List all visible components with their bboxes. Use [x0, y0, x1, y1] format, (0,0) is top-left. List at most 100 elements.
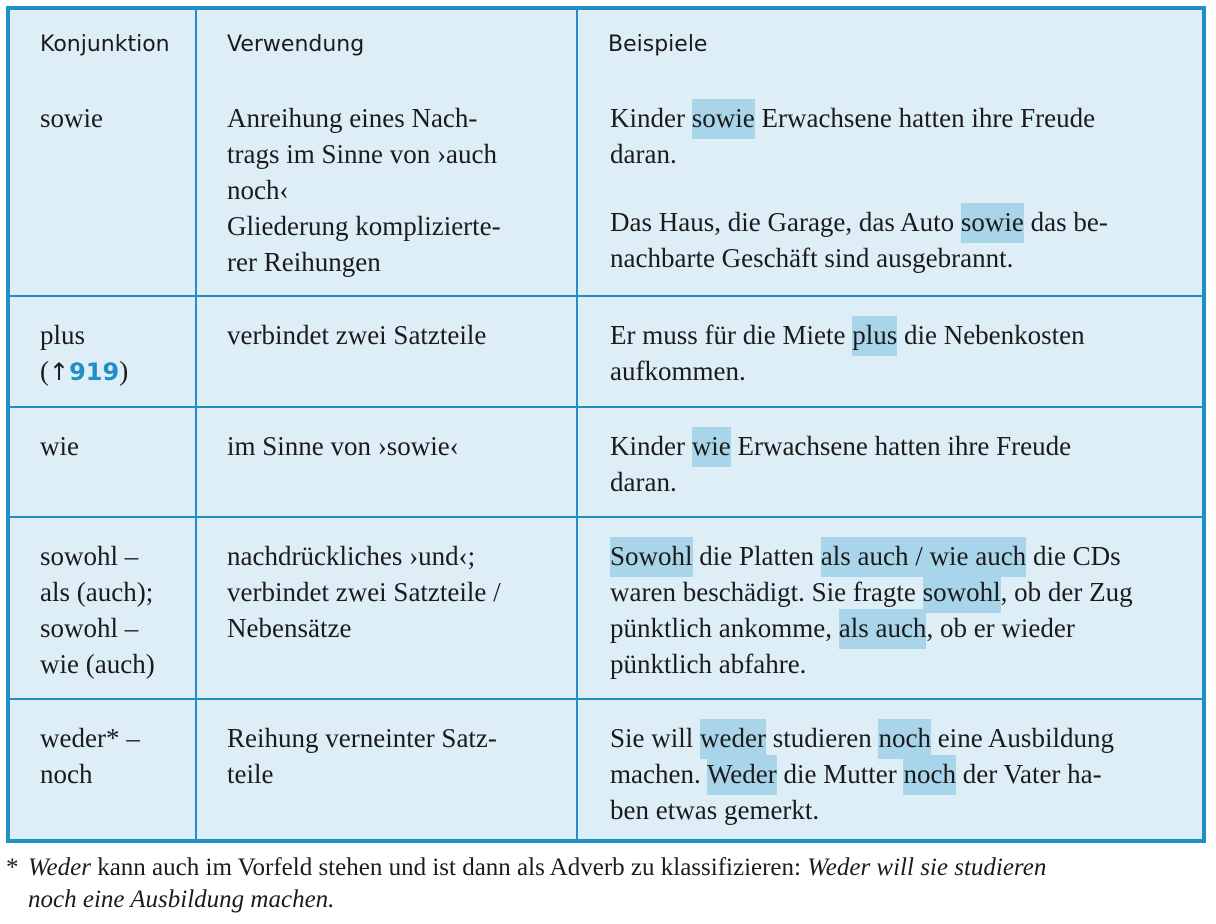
verwendung-line: nachdrückliches ›und‹;: [227, 541, 476, 571]
verwendung-line: verbindet zwei Satzteile: [227, 320, 487, 350]
example-line: Kinder sowie Erwachsene hatten ihre Freu…: [610, 99, 1192, 139]
example-text: nachbarte Geschäft sind ausgebrannt.: [610, 243, 1014, 273]
reference-number: 919: [69, 358, 120, 386]
example-text: , ob der Zug: [1000, 577, 1133, 607]
example-line: waren beschädigt. Sie fragte sowohl, ob …: [610, 573, 1192, 613]
example-line: Das Haus, die Garage, das Auto sowie das…: [610, 203, 1192, 243]
table-header-row: Konjunktion Verwendung Beispiele: [10, 10, 1202, 80]
cell-beispiele: Sowohl die Platten als auch / wie auch d…: [576, 516, 1202, 700]
konjunktion-line: noch: [40, 759, 93, 789]
example-line: Sowohl die Platten als auch / wie auch d…: [610, 537, 1192, 577]
header-beispiele: Beispiele: [576, 10, 1202, 80]
cell-verwendung: nachdrückliches ›und‹; verbindet zwei Sat…: [195, 516, 578, 700]
example-text: eine Ausbildung: [930, 723, 1114, 753]
header-konjunktion: Konjunktion: [10, 10, 197, 80]
footnote-italic-text: Weder will sie studieren: [807, 854, 1047, 881]
konjunktion-line: wie (auch): [40, 649, 155, 679]
footnote-line-1: * Weder kann auch im Vorfeld stehen und i…: [6, 852, 1212, 884]
example-line: nachbarte Geschäft sind ausgebrannt.: [610, 240, 1192, 276]
verwendung-line: rer Reihungen: [227, 247, 381, 277]
conjunction-table: Konjunktion Verwendung Beispiele sowie An…: [10, 10, 1202, 839]
verwendung-line: noch‹: [227, 175, 289, 205]
example-text: Erwachsene hatten ihre Freude: [754, 103, 1096, 133]
cell-konjunktion: sowohl – als (auch); sowohl – wie (auch): [10, 516, 197, 700]
reference-close-paren: ): [119, 356, 129, 386]
example-text: pünktlich abfahre.: [610, 649, 807, 679]
example-text: pünktlich ankomme,: [610, 613, 839, 643]
example-line: aufkommen.: [610, 353, 1192, 389]
footnote: * Weder kann auch im Vorfeld stehen und i…: [6, 852, 1212, 916]
example-line: Sie will weder studieren noch eine Ausbi…: [610, 719, 1192, 759]
example-text: Kinder: [610, 103, 692, 133]
highlighted-conjunction: wie: [691, 427, 731, 467]
highlighted-conjunction: weder: [700, 719, 766, 759]
example-text: Erwachsene hatten ihre Freude: [730, 431, 1072, 461]
highlighted-conjunction: als auch / wie auch: [820, 537, 1027, 577]
cell-verwendung: im Sinne von ›sowie‹: [195, 406, 578, 518]
cross-reference: (↑919): [40, 353, 185, 390]
example-text: ben etwas gemerkt.: [610, 795, 820, 825]
verwendung-line: teile: [227, 759, 274, 789]
example-text: daran.: [610, 467, 677, 497]
example-line: pünktlich abfahre.: [610, 646, 1192, 682]
highlighted-conjunction: sowohl: [922, 573, 1001, 613]
example-text: das be-: [1023, 207, 1108, 237]
example-text: daran.: [610, 139, 677, 169]
konjunktion-line: weder* –: [40, 723, 140, 753]
table-row: plus (↑919) verbindet zwei Satzteile Er mus…: [10, 295, 1202, 408]
konjunktion-line: wie: [40, 431, 79, 461]
example-text: , ob er wieder: [926, 613, 1075, 643]
cell-konjunktion: plus (↑919): [10, 295, 197, 408]
footnote-italic-text: noch eine Ausbildung machen.: [28, 886, 335, 913]
cell-verwendung: Reihung verneinter Satz-teile: [195, 698, 578, 839]
example-line: daran.: [610, 136, 1192, 172]
highlighted-conjunction: noch: [903, 755, 956, 795]
table-row: wie im Sinne von ›sowie‹ Kinder wie Erwach…: [10, 406, 1202, 518]
example-text: machen.: [610, 759, 707, 789]
cell-beispiele: Er muss für die Miete plus die Nebenkost…: [576, 295, 1202, 408]
example-line: daran.: [610, 464, 1192, 500]
cell-beispiele: Kinder sowie Erwachsene hatten ihre Freu…: [576, 80, 1202, 297]
footnote-line-2: noch eine Ausbildung machen.: [6, 884, 1212, 916]
konjunktion-line: als (auch);: [40, 577, 154, 607]
table-row: weder* – noch Reihung verneinter Satz-teil…: [10, 698, 1202, 839]
table-row: sowie Anreihung eines Nach-trags im Sinne…: [10, 80, 1202, 297]
example-text: aufkommen.: [610, 356, 746, 386]
cell-verwendung: verbindet zwei Satzteile: [195, 295, 578, 408]
reference-open-paren: (: [40, 356, 49, 386]
example-line: Kinder wie Erwachsene hatten ihre Freude: [610, 427, 1192, 467]
example-line: Er muss für die Miete plus die Nebenkost…: [610, 316, 1192, 356]
example-line: ben etwas gemerkt.: [610, 792, 1192, 828]
example-text: Kinder: [610, 431, 692, 461]
highlighted-conjunction: Sowohl: [610, 537, 693, 577]
example-text: studieren: [765, 723, 879, 753]
example-text: die CDs: [1026, 541, 1121, 571]
footnote-italic-text: Weder: [28, 854, 91, 881]
verwendung-line: verbindet zwei Satzteile /: [227, 577, 501, 607]
highlighted-conjunction: sowie: [960, 203, 1024, 243]
highlighted-conjunction: noch: [878, 719, 931, 759]
conjunction-table-frame: Konjunktion Verwendung Beispiele sowie An…: [6, 6, 1206, 843]
example-text: Er muss für die Miete: [610, 320, 853, 350]
header-verwendung: Verwendung: [195, 10, 578, 80]
highlighted-conjunction: plus: [852, 316, 898, 356]
cell-beispiele: Kinder wie Erwachsene hatten ihre Freude…: [576, 406, 1202, 518]
example-text: waren beschädigt. Sie fragte: [610, 577, 923, 607]
verwendung-line: Anreihung eines Nach-: [227, 103, 478, 133]
footnote-marker: *: [6, 854, 19, 881]
cell-konjunktion: sowie: [10, 80, 197, 297]
cell-konjunktion: wie: [10, 406, 197, 518]
verwendung-line: Gliederung komplizierte-: [227, 211, 501, 241]
konjunktion-line: plus: [40, 320, 86, 350]
footnote-text: kann auch im Vorfeld stehen und ist dann…: [90, 854, 808, 881]
verwendung-line: trags im Sinne von ›auch: [227, 139, 497, 169]
verwendung-line: im Sinne von ›sowie‹: [227, 431, 459, 461]
highlighted-conjunction: als auch: [838, 609, 927, 649]
example-text: die Nebenkosten: [897, 320, 1085, 350]
highlighted-conjunction: Weder: [706, 755, 777, 795]
example-text: Sie will: [610, 723, 701, 753]
konjunktion-line: sowohl –: [40, 541, 139, 571]
table-row: sowohl – als (auch); sowohl – wie (auch) nac…: [10, 516, 1202, 700]
example-line: pünktlich ankomme, als auch, ob er wiede…: [610, 609, 1192, 649]
